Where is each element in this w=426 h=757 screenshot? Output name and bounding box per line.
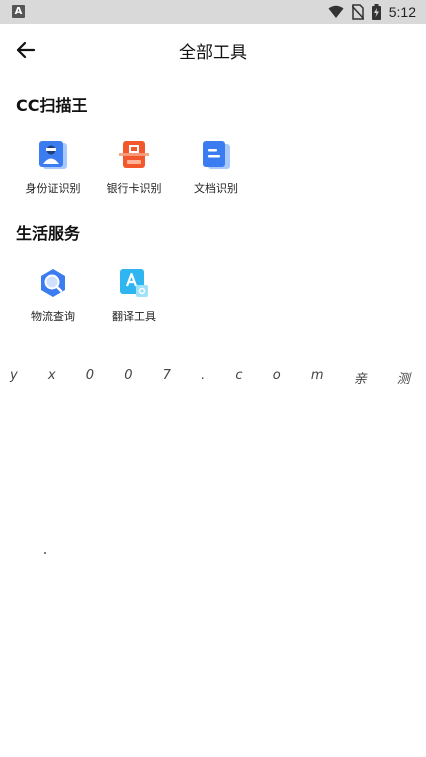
app-notification-icon: A [12,5,25,18]
tool-id-card-recognition[interactable]: 身份证识别 [13,140,93,202]
app-header: 全部工具 [0,24,426,76]
document-icon [203,141,230,169]
tool-label: 银行卡识别 [106,182,162,195]
tool-bank-card-recognition[interactable]: 银行卡识别 [94,140,174,202]
watermark-char: o [272,368,281,383]
translate-icon [120,269,148,297]
watermark: y x 0 0 7 . c o m 亲 测 [10,368,410,388]
section-title-life-services: 生活服务 [16,224,81,243]
tool-label: 文档识别 [194,182,238,195]
section-title-cc-scanner: CC扫描王 [16,96,88,115]
logistics-search-icon [41,269,65,297]
tool-logistics-query[interactable]: 物流查询 [13,268,93,330]
watermark-char: 亲 [353,372,367,387]
tool-document-recognition[interactable]: 文档识别 [176,140,256,202]
watermark-char: 0 [124,368,133,383]
tool-label: 身份证识别 [25,182,81,195]
page-title: 全部工具 [179,43,247,63]
watermark-char: 7 [162,368,171,383]
watermark-char: y [10,368,18,383]
id-card-icon [39,141,67,169]
wifi-icon [328,5,344,18]
watermark-char: m [310,368,324,383]
watermark-char: 测 [396,372,410,387]
bank-card-icon [119,141,149,168]
tool-label: 物流查询 [31,310,75,323]
watermark-char: c [235,368,243,383]
status-icons: 5:12 [328,2,416,22]
watermark-char: x [47,368,56,383]
battery-charging-icon [371,4,381,20]
status-bar: A 5:12 [0,0,426,24]
stray-dot [44,552,46,554]
watermark-char: 0 [85,368,95,383]
tool-translate[interactable]: 翻译工具 [94,268,174,330]
watermark-char: . [201,368,206,383]
tool-label: 翻译工具 [112,310,156,323]
status-time: 5:12 [388,4,416,20]
no-sim-icon [351,4,364,20]
